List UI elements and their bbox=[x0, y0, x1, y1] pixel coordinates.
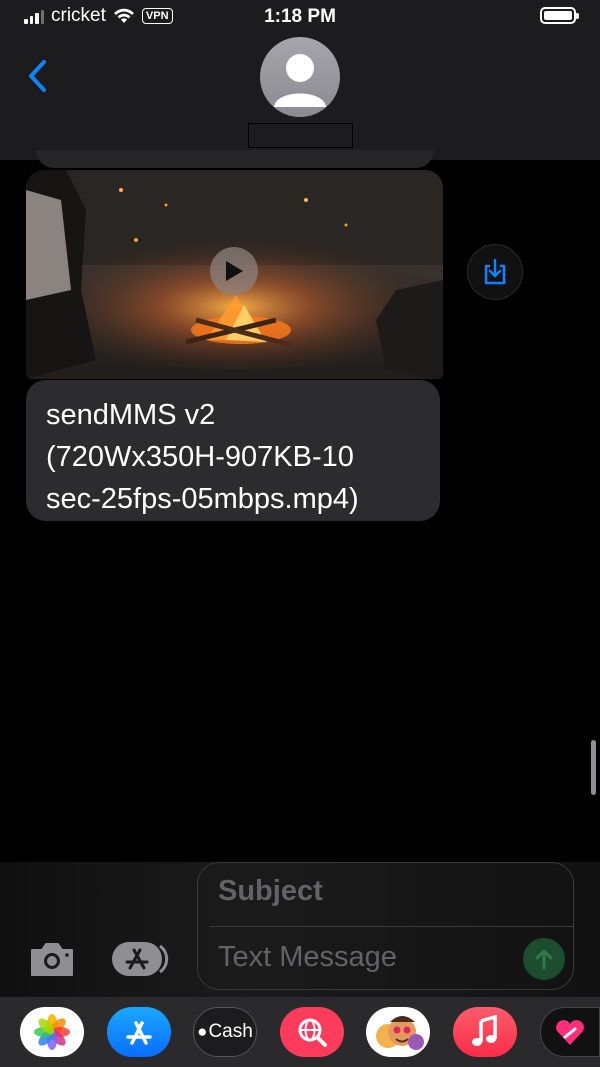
subject-input[interactable]: Subject bbox=[218, 875, 323, 908]
heart-hand-icon bbox=[556, 1020, 584, 1045]
music-note-icon bbox=[472, 1015, 497, 1046]
memoji-app-button[interactable] bbox=[366, 1007, 430, 1057]
apple-cash-app-button[interactable]: ● Cash bbox=[193, 1007, 257, 1057]
battery-icon bbox=[540, 7, 579, 24]
photos-app-button[interactable] bbox=[20, 1007, 84, 1057]
camera-button[interactable] bbox=[28, 940, 76, 978]
message-line-3: sec-25fps-05mbps.mp4) bbox=[46, 483, 359, 515]
camera-icon bbox=[31, 943, 73, 976]
message-line-2: (720Wx350H-907KB-10 bbox=[46, 441, 354, 473]
photos-icon bbox=[34, 1014, 70, 1050]
contact-name-redacted[interactable] bbox=[248, 123, 353, 148]
send-button[interactable] bbox=[523, 938, 565, 980]
status-time: 1:18 PM bbox=[264, 6, 336, 27]
received-text-message[interactable]: sendMMS v2 (720Wx350H-907KB-10 sec-25fps… bbox=[26, 380, 440, 521]
globe-search-icon bbox=[298, 1018, 327, 1047]
save-video-button[interactable] bbox=[467, 244, 523, 300]
contact-avatar[interactable] bbox=[260, 37, 340, 117]
images-search-app-button[interactable] bbox=[280, 1007, 344, 1057]
play-icon bbox=[226, 261, 243, 281]
save-download-icon bbox=[484, 258, 506, 285]
field-divider bbox=[210, 926, 573, 927]
text-message-input[interactable]: Text Message bbox=[218, 941, 397, 974]
app-store-icon bbox=[112, 942, 169, 976]
person-avatar-icon bbox=[274, 54, 326, 107]
scroll-indicator[interactable] bbox=[591, 740, 596, 795]
message-line-1: sendMMS v2 bbox=[46, 399, 216, 431]
conversation-header: cricket VPN 1:18 PM bbox=[0, 0, 600, 160]
memoji-icon bbox=[376, 1016, 424, 1050]
back-chevron-icon[interactable] bbox=[24, 56, 54, 96]
arrow-up-icon bbox=[535, 949, 553, 970]
music-app-button[interactable] bbox=[453, 1007, 517, 1057]
apple-logo-icon: ● bbox=[197, 1022, 208, 1041]
app-store-icon bbox=[126, 1021, 152, 1045]
message-input-field[interactable]: Subject Text Message bbox=[197, 862, 574, 990]
status-bar: cricket VPN 1:18 PM bbox=[0, 0, 600, 34]
previous-message-bubble bbox=[36, 150, 434, 168]
play-button[interactable] bbox=[210, 247, 258, 295]
apps-button[interactable] bbox=[110, 940, 170, 978]
apple-cash-label: Cash bbox=[208, 1021, 253, 1042]
digital-touch-app-button[interactable] bbox=[540, 1007, 600, 1057]
app-store-app-button[interactable] bbox=[107, 1007, 171, 1057]
